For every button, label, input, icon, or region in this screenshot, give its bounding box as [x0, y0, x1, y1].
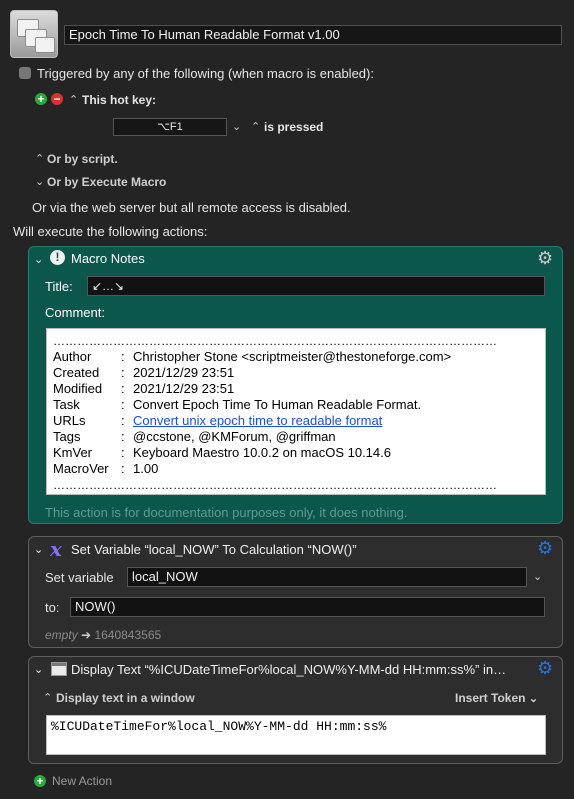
- table-row: Task: Convert Epoch Time To Human Readabl…: [53, 397, 422, 412]
- calculator-x-icon: x: [50, 537, 62, 561]
- table-row: Tags: @ccstone, @KMForum, @griffman: [53, 429, 336, 444]
- table-row: KmVer: Keyboard Maestro 10.0.2 on macOS 1…: [53, 445, 391, 460]
- chevron-down-icon[interactable]: ⌄: [35, 175, 44, 188]
- notes-footer: This action is for documentation purpose…: [45, 505, 408, 520]
- table-row: Created:2021/12/29 23:51: [53, 365, 235, 380]
- gear-icon[interactable]: ⚙: [537, 539, 553, 557]
- notes-table: Author: Christopher Stone <scriptmeister@…: [53, 349, 451, 477]
- hotkey-mode-select[interactable]: is pressed: [264, 120, 323, 134]
- triggered-label: Triggered by any of the following (when …: [37, 66, 374, 81]
- actions-heading: Will execute the following actions:: [13, 224, 208, 239]
- updown-chevron-icon[interactable]: ⌃: [69, 93, 78, 106]
- add-trigger-icon[interactable]: +: [35, 93, 47, 105]
- chevron-down-icon[interactable]: ⌄: [533, 570, 542, 583]
- hotkey-label: This hot key:: [82, 93, 157, 107]
- variable-name-input[interactable]: local_NOW: [127, 567, 527, 587]
- table-row: Modified:2021/12/29 23:51: [53, 381, 235, 396]
- display-mode-select[interactable]: Display text in a window: [56, 691, 195, 705]
- gear-icon[interactable]: ⚙: [537, 659, 553, 677]
- gear-icon[interactable]: ⚙: [537, 249, 553, 267]
- add-action-icon[interactable]: +: [34, 775, 46, 787]
- macro-name-field[interactable]: Epoch Time To Human Readable Format v1.0…: [64, 25, 562, 45]
- chevron-down-icon: ⌄: [528, 693, 539, 705]
- title-label: Title:: [45, 279, 73, 294]
- or-execute-macro-label[interactable]: Or by Execute Macro: [47, 175, 166, 189]
- macro-icon[interactable]: [10, 10, 58, 58]
- set-variable-action[interactable]: ⌄ x Set Variable “local_NOW” To Calculat…: [28, 536, 563, 648]
- window-icon: [51, 662, 67, 676]
- comment-textarea[interactable]: ………………………………………………………………………………………………… Au…: [46, 328, 546, 495]
- insert-token-menu[interactable]: Insert Token ⌄: [455, 691, 538, 705]
- remove-trigger-icon[interactable]: −: [51, 93, 63, 105]
- updown-chevron-icon[interactable]: ⌃: [43, 691, 52, 704]
- set-variable-label: Set variable: [45, 570, 114, 585]
- to-label: to:: [45, 600, 60, 615]
- dots-line: …………………………………………………………………………………………………: [53, 334, 497, 348]
- preview-result: empty ➔ 1640843565: [45, 628, 162, 642]
- collapse-chevron-icon[interactable]: ⌄: [34, 253, 43, 266]
- triggered-checkbox[interactable]: [19, 67, 31, 79]
- updown-chevron-icon[interactable]: ⌃: [251, 120, 260, 133]
- dots-line: …………………………………………………………………………………………………: [53, 478, 497, 492]
- table-row: Author: Christopher Stone <scriptmeister@…: [53, 349, 452, 364]
- updown-chevron-icon[interactable]: ⌃: [35, 152, 44, 165]
- action-title: Set Variable “local_NOW” To Calculation …: [71, 542, 357, 557]
- hotkey-field[interactable]: ⌥F1: [113, 118, 227, 136]
- web-server-text: Or via the web server but all remote acc…: [32, 200, 351, 215]
- display-text-input[interactable]: %ICUDateTimeFor%local_NOW%Y-MM-dd HH:mm:…: [46, 715, 546, 755]
- new-action-button[interactable]: New Action: [52, 774, 112, 788]
- collapse-chevron-icon[interactable]: ⌄: [34, 663, 43, 676]
- title-input[interactable]: ↙…↘: [87, 276, 545, 296]
- calculation-input[interactable]: NOW(): [70, 597, 545, 617]
- window-shape: [35, 37, 55, 53]
- macro-notes-action[interactable]: ⌄ ! Macro Notes ⚙ Title: ↙…↘ Comment: ………: [28, 246, 563, 524]
- table-row: URLs: Convert unix epoch time to readable…: [53, 413, 383, 428]
- chevron-down-icon[interactable]: ⌄: [232, 120, 241, 133]
- url-link[interactable]: Convert unix epoch time to readable form…: [133, 413, 382, 428]
- display-text-action[interactable]: ⌄ Display Text “%ICUDateTimeFor%local_NO…: [28, 656, 563, 764]
- or-script-label[interactable]: Or by script.: [47, 152, 118, 166]
- comment-label: Comment:: [45, 305, 105, 320]
- action-title: Display Text “%ICUDateTimeFor%local_NOW%…: [71, 662, 507, 677]
- action-title: Macro Notes: [71, 251, 145, 266]
- collapse-chevron-icon[interactable]: ⌄: [34, 543, 43, 556]
- table-row: MacroVer:1.00: [53, 461, 159, 476]
- notes-icon: !: [50, 250, 65, 265]
